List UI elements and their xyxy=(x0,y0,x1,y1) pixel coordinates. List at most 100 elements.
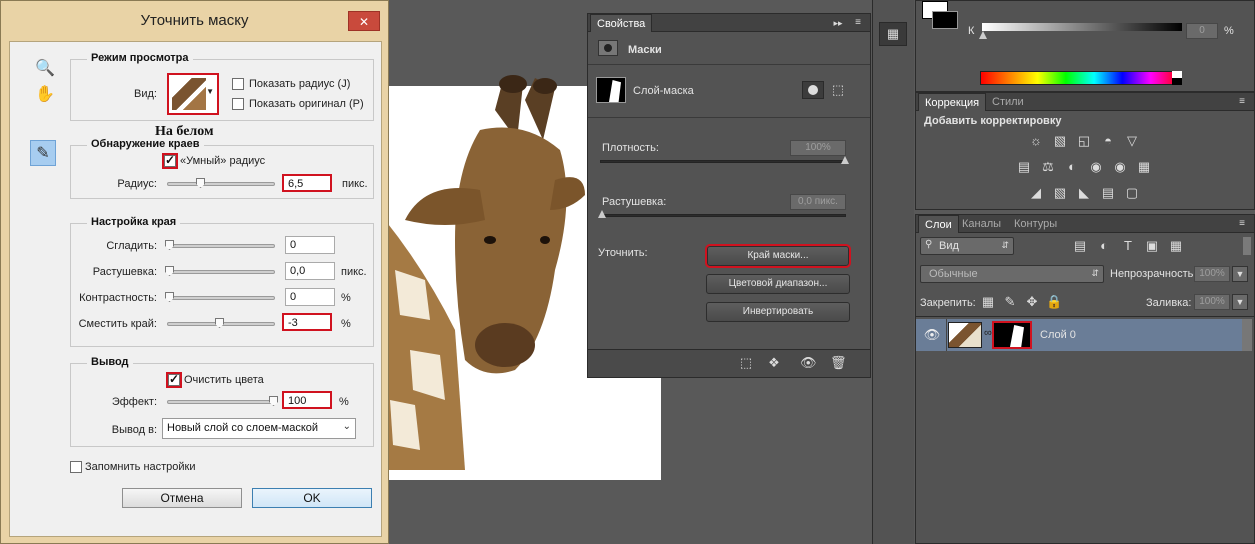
channel-mixer-icon[interactable]: ◉ xyxy=(1112,159,1128,175)
contrast-input[interactable]: 0 xyxy=(285,288,335,306)
tab-layers[interactable]: Слои xyxy=(918,215,959,233)
show-original-checkbox[interactable] xyxy=(232,98,244,110)
posterize-icon[interactable]: ▧ xyxy=(1052,185,1068,201)
tab-paths[interactable]: Контуры xyxy=(1008,215,1063,233)
filter-toggle[interactable] xyxy=(1243,237,1251,255)
mask-edge-button[interactable]: Край маски... xyxy=(705,244,851,268)
layer-name[interactable]: Слой 0 xyxy=(1040,329,1076,341)
radius-input[interactable]: 6,5 xyxy=(282,174,332,192)
shift-edge-input[interactable]: -3 xyxy=(282,313,332,331)
hue-saturation-icon[interactable]: ▤ xyxy=(1016,159,1032,175)
contrast-slider[interactable] xyxy=(165,292,275,302)
smooth-input[interactable]: 0 xyxy=(285,236,335,254)
refine-radius-brush-icon[interactable]: ✎ xyxy=(30,140,56,166)
smooth-slider-thumb[interactable] xyxy=(165,240,174,250)
remember-settings-checkbox[interactable] xyxy=(70,461,82,473)
k-slider[interactable] xyxy=(979,23,1182,39)
filter-smart-object-icon[interactable]: ▦ xyxy=(1168,238,1184,254)
trash-icon[interactable]: 🗑 xyxy=(830,355,847,371)
black-white-swatch[interactable] xyxy=(1172,71,1182,85)
color-range-button[interactable]: Цветовой диапазон... xyxy=(706,274,850,294)
zoom-tool-icon[interactable]: 🔍 xyxy=(32,56,58,82)
photo-filter-icon[interactable]: ◉ xyxy=(1088,159,1104,175)
k-field[interactable]: 0 xyxy=(1186,23,1218,39)
amount-slider[interactable] xyxy=(167,396,278,406)
smooth-slider[interactable] xyxy=(165,240,275,250)
layer-row[interactable]: 👁 ∞ Слой 0 xyxy=(916,319,1242,351)
view-thumbnail-dropdown[interactable]: ▼ xyxy=(167,73,219,115)
blend-mode-select[interactable]: Обычные ⇵ xyxy=(920,265,1104,283)
eye-icon[interactable]: 👁 xyxy=(800,355,817,371)
filter-pixel-icon[interactable]: ▤ xyxy=(1072,238,1088,254)
fill-field[interactable]: 100% xyxy=(1194,294,1230,310)
filter-adjustment-icon[interactable]: ◐ xyxy=(1096,238,1112,254)
vector-mask-icon[interactable]: ⬚ xyxy=(830,82,846,98)
color-spectrum-bar[interactable] xyxy=(980,71,1180,85)
feather-slider-thumb[interactable] xyxy=(165,266,174,276)
lock-transparent-icon[interactable]: ▦ xyxy=(980,294,996,310)
collapse-icon[interactable]: ▸▸ xyxy=(830,15,846,31)
feather-field[interactable]: 0,0 пикс. xyxy=(790,194,846,210)
gradient-map-icon[interactable]: ▤ xyxy=(1100,185,1116,201)
filter-shape-icon[interactable]: ▣ xyxy=(1144,238,1160,254)
threshold-icon[interactable]: ◣ xyxy=(1076,185,1092,201)
brightness-contrast-icon[interactable]: ☼ xyxy=(1028,133,1044,149)
contrast-slider-thumb[interactable] xyxy=(165,292,174,302)
smart-radius-checkbox[interactable] xyxy=(162,153,178,169)
invert-adjust-icon[interactable]: ◢ xyxy=(1028,185,1044,201)
opacity-dropdown-icon[interactable]: ▼ xyxy=(1232,266,1248,282)
invert-button[interactable]: Инвертировать xyxy=(706,302,850,322)
panel-menu-icon[interactable]: ≡ xyxy=(1234,94,1250,110)
shift-edge-slider[interactable] xyxy=(167,318,275,328)
tab-properties[interactable]: Свойства xyxy=(590,14,653,32)
color-lookup-icon[interactable]: ▦ xyxy=(1136,159,1152,175)
feather-slider[interactable] xyxy=(165,266,275,276)
cancel-button[interactable]: Отмена xyxy=(122,488,242,508)
tab-styles[interactable]: Стили xyxy=(986,93,1030,111)
properties-dock-icon[interactable]: ▦ xyxy=(879,22,907,46)
ok-button[interactable]: OK xyxy=(252,488,372,508)
layer-thumbnail[interactable] xyxy=(948,322,982,348)
opacity-field[interactable]: 100% xyxy=(1194,266,1230,282)
density-slider-thumb[interactable] xyxy=(841,156,849,164)
layer-mask-thumbnail[interactable] xyxy=(992,321,1032,349)
radius-slider[interactable] xyxy=(167,178,275,188)
fill-dropdown-icon[interactable]: ▼ xyxy=(1232,294,1248,310)
lock-icon[interactable]: 🔒 xyxy=(1046,294,1062,310)
exposure-icon[interactable]: ◓ xyxy=(1100,133,1116,149)
decontaminate-checkbox[interactable] xyxy=(166,372,182,388)
black-white-icon[interactable]: ◐ xyxy=(1064,159,1080,175)
levels-icon[interactable]: ▧ xyxy=(1052,133,1068,149)
apply-mask-icon[interactable]: ❖ xyxy=(766,355,782,371)
eye-icon[interactable]: 👁 xyxy=(922,325,942,345)
feather-slider-thumb[interactable] xyxy=(598,210,606,218)
radius-slider-thumb[interactable] xyxy=(196,178,205,188)
color-balance-icon[interactable]: ⚖ xyxy=(1040,159,1056,175)
curves-icon[interactable]: ◱ xyxy=(1076,133,1092,149)
selective-color-icon[interactable]: ▢ xyxy=(1124,185,1140,201)
layer-filter-select[interactable]: ⚲ Вид ⇵ xyxy=(920,237,1014,255)
hand-tool-icon[interactable]: ✋ xyxy=(32,82,58,108)
output-to-select[interactable]: Новый слой со слоем-маской ⌄ xyxy=(162,418,356,439)
vibrance-icon[interactable]: ▽ xyxy=(1124,133,1140,149)
filter-type-icon[interactable]: T xyxy=(1120,238,1136,254)
layers-scrollbar[interactable] xyxy=(1242,319,1252,351)
feather-input[interactable]: 0,0 xyxy=(285,262,335,280)
close-button[interactable]: ✕ xyxy=(348,11,380,31)
load-selection-icon[interactable]: ⬚ xyxy=(738,355,754,371)
shift-edge-slider-thumb[interactable] xyxy=(215,318,224,328)
k-slider-thumb[interactable] xyxy=(979,31,987,39)
lock-brush-icon[interactable]: ✎ xyxy=(1002,294,1018,310)
panel-menu-icon[interactable]: ≡ xyxy=(1234,216,1250,232)
feather-slider[interactable] xyxy=(598,210,846,218)
tab-channels[interactable]: Каналы xyxy=(956,215,1007,233)
tab-adjustments[interactable]: Коррекция xyxy=(918,93,987,111)
show-radius-checkbox[interactable] xyxy=(232,78,244,90)
lock-move-icon[interactable]: ✥ xyxy=(1024,294,1040,310)
amount-input[interactable]: 100 xyxy=(282,391,332,409)
density-slider[interactable] xyxy=(600,156,849,164)
panel-menu-icon[interactable]: ≡ xyxy=(850,15,866,31)
amount-slider-thumb[interactable] xyxy=(269,396,278,406)
background-color-swatch[interactable] xyxy=(932,11,958,29)
pixel-mask-icon[interactable] xyxy=(802,81,824,99)
